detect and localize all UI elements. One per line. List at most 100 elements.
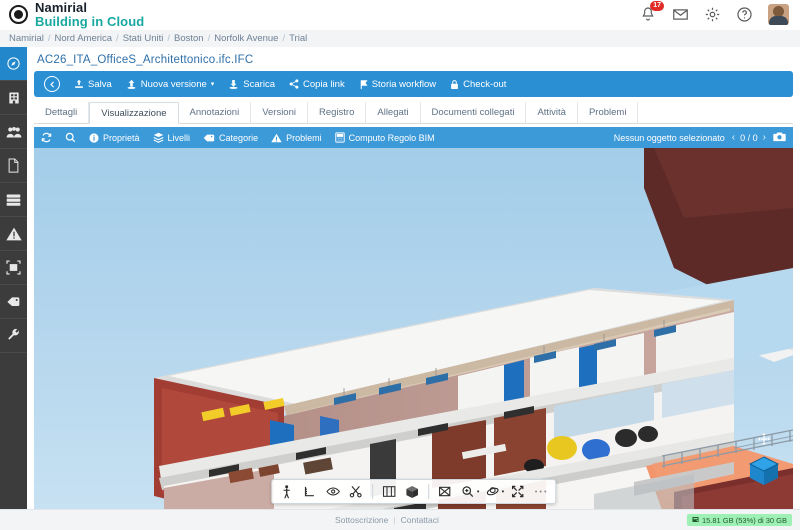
properties-label: Proprietà xyxy=(103,132,140,143)
search-icon xyxy=(65,132,76,143)
sidebar-item-documenti[interactable] xyxy=(0,149,27,183)
section-scissors-icon[interactable] xyxy=(346,482,366,502)
namirial-logo-icon xyxy=(9,5,28,24)
properties-button[interactable]: Proprietà xyxy=(89,133,140,143)
move-crosshair-icon[interactable] xyxy=(758,432,770,450)
breadcrumb-item-4[interactable]: Norfolk Avenue xyxy=(214,33,278,44)
tab-label: Registro xyxy=(319,107,355,118)
top-bar: Namirial Building in Cloud 17 xyxy=(0,0,800,30)
tab-attivita[interactable]: Attività xyxy=(526,102,578,123)
sidebar-item-problemi[interactable] xyxy=(0,217,27,251)
breadcrumb-item-0[interactable]: Namirial xyxy=(9,33,44,44)
fit-screen-icon[interactable] xyxy=(435,482,455,502)
save-button[interactable]: Salva xyxy=(74,79,112,90)
tab-annotazioni[interactable]: Annotazioni xyxy=(179,102,252,123)
measure-icon[interactable] xyxy=(300,482,320,502)
brand-name: Namirial xyxy=(35,0,88,15)
tab-label: Versioni xyxy=(262,107,296,118)
bim-3d-viewport[interactable]: FRONT RIGHT xyxy=(34,148,793,510)
new-version-button[interactable]: Nuova versione ▾ xyxy=(126,79,214,90)
zoom-icon[interactable] xyxy=(458,482,478,502)
issues-label: Problemi xyxy=(286,132,322,143)
storage-badge[interactable]: 15.81 GB (53%) di 30 GB xyxy=(686,514,792,526)
camera-icon[interactable] xyxy=(773,131,786,144)
layers-icon xyxy=(153,132,164,143)
lock-icon xyxy=(450,79,459,90)
bim-model-render: FRONT RIGHT xyxy=(34,148,793,510)
top-bar-actions: 17 xyxy=(640,0,800,25)
fullscreen-icon[interactable] xyxy=(507,482,527,502)
breadcrumb: Namirial / Nord America / Stati Uniti / … xyxy=(0,30,800,47)
tab-allegati[interactable]: Allegati xyxy=(366,102,421,123)
warning-triangle-icon xyxy=(5,227,22,241)
computo-regolo-bim-button[interactable]: Computo Regolo BIM xyxy=(334,132,435,143)
categories-button[interactable]: Categorie xyxy=(203,133,258,143)
walk-person-icon[interactable] xyxy=(277,482,297,502)
cube-icon[interactable] xyxy=(402,482,422,502)
sidebar-item-team[interactable] xyxy=(0,115,27,149)
workflow-history-button[interactable]: Storia workflow xyxy=(359,79,436,90)
question-circle-icon[interactable] xyxy=(736,6,754,24)
sidebar-item-dashboard[interactable] xyxy=(0,47,27,81)
info-icon xyxy=(89,132,99,143)
notification-badge: 17 xyxy=(650,0,664,11)
envelope-icon[interactable] xyxy=(672,6,690,24)
checkout-button[interactable]: Check-out xyxy=(450,79,506,90)
breadcrumb-item-5[interactable]: Trial xyxy=(289,33,307,44)
pan-eye-icon[interactable] xyxy=(323,482,343,502)
avatar[interactable] xyxy=(768,4,789,25)
zoom-caret-icon[interactable]: • xyxy=(477,487,480,496)
tab-problemi[interactable]: Problemi xyxy=(578,102,639,123)
sidebar-item-registro[interactable] xyxy=(0,183,27,217)
search-button[interactable] xyxy=(65,132,76,143)
orbit-icon[interactable] xyxy=(483,482,503,502)
footer-link-contattaci[interactable]: Contattaci xyxy=(401,515,439,525)
sidebar-item-modelli[interactable] xyxy=(0,251,27,285)
footer-separator: | xyxy=(393,515,396,525)
tab-registro[interactable]: Registro xyxy=(308,102,367,123)
tab-dettagli[interactable]: Dettagli xyxy=(34,102,90,123)
layers-label: Livelli xyxy=(167,132,191,143)
image-frame-icon xyxy=(6,260,21,275)
breadcrumb-separator: / xyxy=(167,33,170,44)
toolbar-divider xyxy=(371,484,373,499)
issues-button[interactable]: Problemi xyxy=(271,133,322,143)
workflow-history-label: Storia workflow xyxy=(371,78,437,90)
breadcrumb-item-3[interactable]: Boston xyxy=(174,33,204,44)
list-icon xyxy=(6,193,21,207)
download-button[interactable]: Scarica xyxy=(228,79,275,90)
gear-icon[interactable] xyxy=(704,6,722,24)
sidebar-item-edifici[interactable] xyxy=(0,81,27,115)
back-button[interactable] xyxy=(44,76,60,92)
sidebar-item-strumenti[interactable] xyxy=(0,319,27,353)
tab-documenti-collegati[interactable]: Documenti collegati xyxy=(421,102,527,123)
tab-label: Documenti collegati xyxy=(431,107,515,118)
tab-bar: Dettagli Visualizzazione Annotazioni Ver… xyxy=(34,102,793,124)
compass-icon xyxy=(6,56,21,71)
pager-next-button[interactable]: › xyxy=(763,132,766,143)
footer-link-sottoscrizione[interactable]: Sottoscrizione xyxy=(335,515,388,525)
breadcrumb-item-1[interactable]: Nord America xyxy=(54,33,112,44)
copy-link-label: Copia link xyxy=(302,78,345,90)
copy-link-button[interactable]: Copia link xyxy=(289,79,345,90)
workflow-flag-icon xyxy=(359,79,368,90)
breadcrumb-separator: / xyxy=(282,33,286,44)
refresh-button[interactable] xyxy=(41,132,52,143)
pager-prev-button[interactable]: ‹ xyxy=(732,132,735,143)
tab-visualizzazione[interactable]: Visualizzazione xyxy=(89,102,179,124)
breadcrumb-item-2[interactable]: Stati Uniti xyxy=(123,33,164,44)
categories-label: Categorie xyxy=(219,132,259,143)
download-label: Scarica xyxy=(243,78,275,90)
storage-label: 15.81 GB (53%) di 30 GB xyxy=(701,515,787,525)
sidebar-item-tag[interactable] xyxy=(0,285,27,319)
orbit-caret-icon[interactable]: • xyxy=(502,487,505,496)
bell-icon[interactable]: 17 xyxy=(640,0,664,24)
nav-cube-icon[interactable] xyxy=(747,454,781,488)
ellipsis-icon[interactable] xyxy=(530,482,550,502)
layers-button[interactable]: Livelli xyxy=(153,132,191,143)
tab-versioni[interactable]: Versioni xyxy=(251,102,308,123)
viewer-toolbar: Proprietà Livelli Categorie Problemi Com… xyxy=(34,127,793,148)
brand-logo-area[interactable]: Namirial Building in Cloud xyxy=(0,1,144,28)
tab-label: Annotazioni xyxy=(189,107,240,118)
plan-book-icon[interactable] xyxy=(379,482,399,502)
